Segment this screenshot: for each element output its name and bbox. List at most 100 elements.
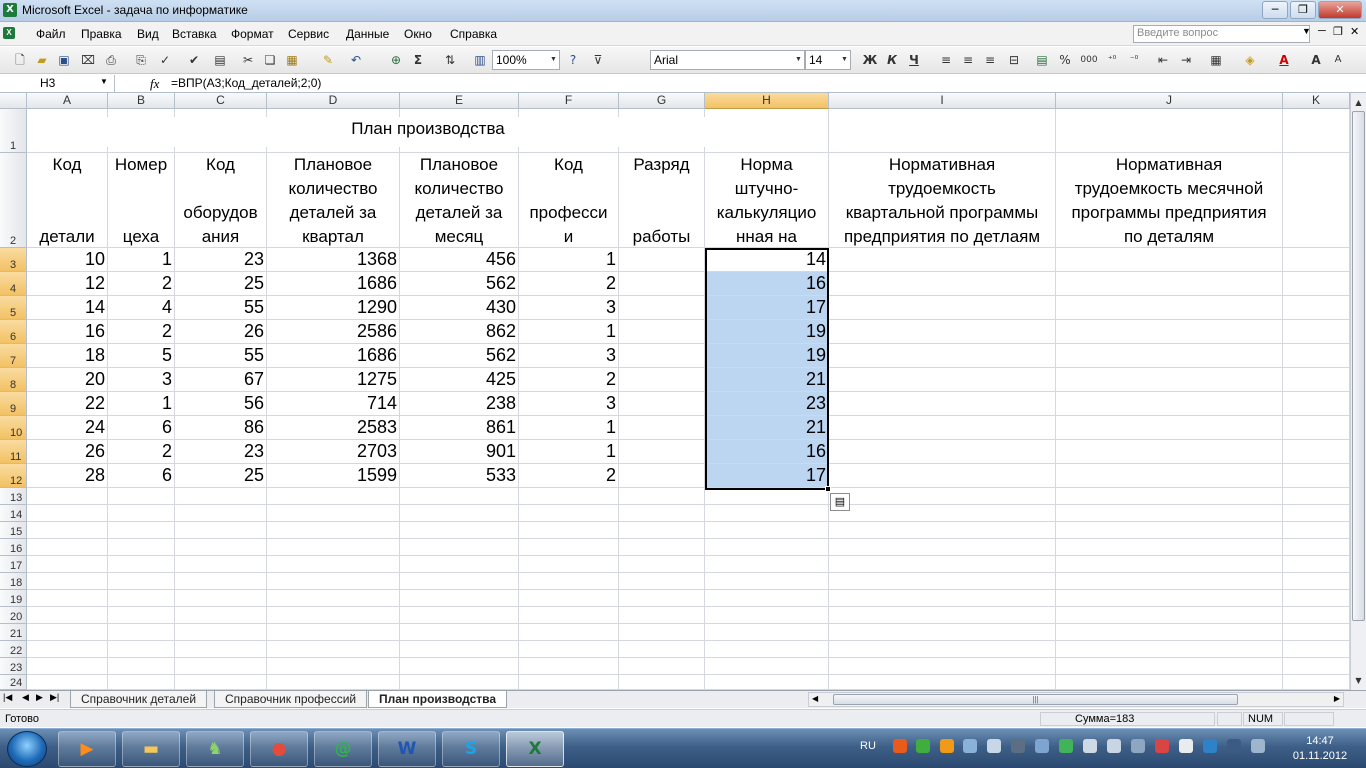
- doc-close-icon[interactable]: ✕: [1350, 25, 1359, 38]
- cell-F9[interactable]: 3: [519, 393, 618, 416]
- cell-F6[interactable]: 1: [519, 321, 618, 344]
- row-header-1[interactable]: 1: [0, 109, 27, 153]
- tray-app4-icon[interactable]: [1251, 739, 1265, 753]
- horizontal-scroll-thumb[interactable]: |||: [833, 694, 1238, 705]
- cell-B8[interactable]: 3: [108, 369, 174, 392]
- cell-G6[interactable]: [619, 321, 704, 344]
- row-header-6[interactable]: 6: [0, 320, 27, 344]
- col-header-C[interactable]: C: [175, 93, 267, 109]
- games-icon[interactable]: ♞: [186, 731, 244, 767]
- cell-G11[interactable]: [619, 441, 704, 464]
- cell-B7[interactable]: 5: [108, 345, 174, 368]
- row-header-9[interactable]: 9: [0, 392, 27, 416]
- row-header-24[interactable]: 24: [0, 675, 27, 690]
- cell-A7[interactable]: 18: [27, 345, 107, 368]
- row-header-8[interactable]: 8: [0, 368, 27, 392]
- menu-data[interactable]: Данные: [346, 27, 389, 41]
- cell-C4[interactable]: 25: [175, 273, 266, 296]
- header-cell-G[interactable]: Разряд работы: [619, 153, 704, 247]
- doc-minimize-icon[interactable]: ─: [1318, 25, 1326, 37]
- research-icon[interactable]: ▤: [212, 52, 228, 68]
- row-header-15[interactable]: 15: [0, 522, 27, 539]
- cell-F7[interactable]: 3: [519, 345, 618, 368]
- cell-C7[interactable]: 55: [175, 345, 266, 368]
- cell-G4[interactable]: [619, 273, 704, 296]
- vertical-scroll-thumb[interactable]: [1352, 111, 1365, 621]
- menu-window[interactable]: Окно: [404, 27, 432, 41]
- col-header-F[interactable]: F: [519, 93, 619, 109]
- paste-icon[interactable]: ▦: [284, 52, 300, 68]
- vertical-scrollbar[interactable]: ▲ ▼: [1350, 93, 1366, 690]
- cell-F5[interactable]: 3: [519, 297, 618, 320]
- prev-sheet-icon[interactable]: ◀: [22, 692, 29, 703]
- scroll-right-icon[interactable]: ▶: [1334, 694, 1340, 703]
- row-header-13[interactable]: 13: [0, 488, 27, 505]
- header-cell-H[interactable]: Норма штучно-калькуляцио нная на: [705, 153, 828, 247]
- header-cell-J[interactable]: Нормативная трудоемкость месячной программ…: [1056, 153, 1282, 247]
- row-header-12[interactable]: 12: [0, 464, 27, 488]
- print-icon[interactable]: ⎙: [103, 52, 119, 68]
- cell-A8[interactable]: 20: [27, 369, 107, 392]
- mail-agent-icon[interactable]: @: [314, 731, 372, 767]
- cell-D6[interactable]: 2586: [267, 321, 399, 344]
- sheet-tab-professions[interactable]: Справочник профессий: [214, 691, 368, 708]
- col-header-H[interactable]: H: [705, 93, 829, 109]
- hyperlink-icon[interactable]: ⊕: [388, 52, 404, 68]
- tray-shield-icon[interactable]: [1059, 739, 1073, 753]
- row-header-21[interactable]: 21: [0, 624, 27, 641]
- cell-C12[interactable]: 25: [175, 465, 266, 488]
- cell-D7[interactable]: 1686: [267, 345, 399, 368]
- header-cell-F[interactable]: Код професси и: [519, 153, 618, 247]
- chevron-down-icon[interactable]: ▼: [1302, 26, 1311, 36]
- cell-A9[interactable]: 22: [27, 393, 107, 416]
- col-header-D[interactable]: D: [267, 93, 400, 109]
- save-icon[interactable]: ▣: [56, 52, 72, 68]
- cell-H7[interactable]: 19: [705, 345, 828, 368]
- menu-help[interactable]: Справка: [450, 27, 497, 41]
- cell-G3[interactable]: [619, 249, 704, 272]
- cell-E9[interactable]: 238: [400, 393, 518, 416]
- sort-ascending-icon[interactable]: ⇅: [442, 52, 458, 68]
- last-sheet-icon[interactable]: ▶|: [50, 692, 59, 703]
- tray-network-icon[interactable]: [963, 739, 977, 753]
- scroll-left-icon[interactable]: ◀: [812, 694, 818, 703]
- cell-D3[interactable]: 1368: [267, 249, 399, 272]
- sheet-title[interactable]: План производства: [28, 117, 828, 147]
- col-header-A[interactable]: A: [27, 93, 108, 109]
- cell-G9[interactable]: [619, 393, 704, 416]
- clock[interactable]: 14:47 01.11.2012: [1280, 734, 1360, 764]
- cell-A4[interactable]: 12: [27, 273, 107, 296]
- tray-mail-icon[interactable]: [940, 739, 954, 753]
- percent-button[interactable]: %: [1057, 52, 1073, 68]
- row-header-17[interactable]: 17: [0, 556, 27, 573]
- cell-H5[interactable]: 17: [705, 297, 828, 320]
- print-preview-icon[interactable]: ⎘: [133, 52, 149, 68]
- tray-tool-icon[interactable]: [1155, 739, 1169, 753]
- cell-A11[interactable]: 26: [27, 441, 107, 464]
- header-cell-I[interactable]: Нормативная трудоемкость квартальной прогр…: [829, 153, 1055, 247]
- chevron-down-icon[interactable]: ▼: [100, 77, 108, 86]
- col-header-I[interactable]: I: [829, 93, 1056, 109]
- row-header-5[interactable]: 5: [0, 296, 27, 320]
- close-button[interactable]: ✕: [1318, 1, 1362, 19]
- cell-H9[interactable]: 23: [705, 393, 828, 416]
- filter-icon[interactable]: ⊽: [590, 52, 606, 68]
- underline-button[interactable]: Ч: [906, 52, 922, 68]
- cell-F12[interactable]: 2: [519, 465, 618, 488]
- sheet-tab-parts[interactable]: Справочник деталей: [70, 691, 208, 708]
- col-header-B[interactable]: B: [108, 93, 175, 109]
- help-question-input[interactable]: Введите вопрос: [1133, 25, 1310, 43]
- header-cell-E[interactable]: Плановое количество деталей за месяц: [400, 153, 518, 247]
- tray-utorrent-icon[interactable]: [916, 739, 930, 753]
- skype-icon[interactable]: S: [442, 731, 500, 767]
- col-header-E[interactable]: E: [400, 93, 519, 109]
- cell-H4[interactable]: 16: [705, 273, 828, 296]
- menu-insert[interactable]: Вставка: [172, 27, 217, 41]
- increase-indent-icon[interactable]: ⇥: [1178, 52, 1194, 68]
- row-header-14[interactable]: 14: [0, 505, 27, 522]
- cell-D11[interactable]: 2703: [267, 441, 399, 464]
- excel-app-icon[interactable]: X: [3, 3, 17, 17]
- excel-taskbar-icon[interactable]: X: [506, 731, 564, 767]
- cell-B4[interactable]: 2: [108, 273, 174, 296]
- cell-C10[interactable]: 86: [175, 417, 266, 440]
